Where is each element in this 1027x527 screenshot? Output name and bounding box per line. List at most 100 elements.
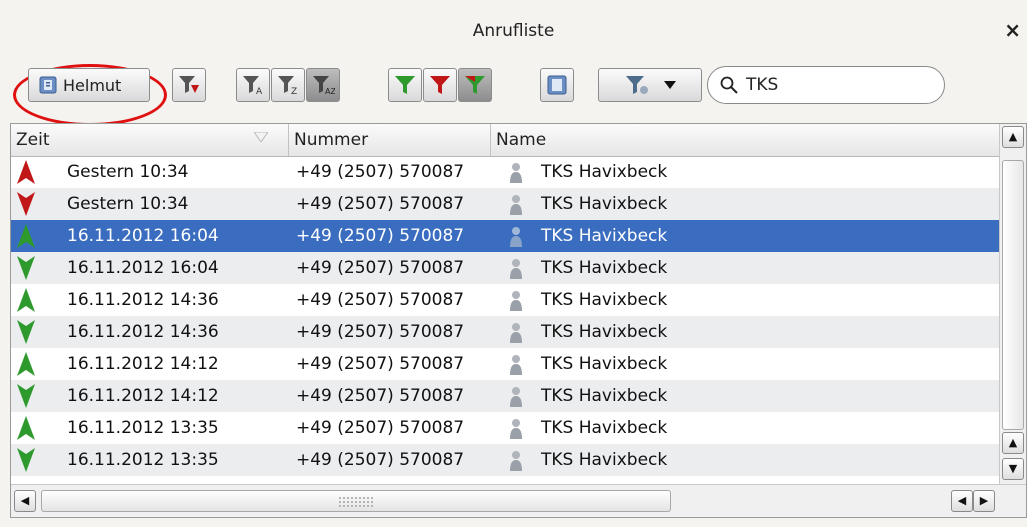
table-row[interactable]: 16.11.2012 14:12 +49 (2507) 570087 TKS Hav…: [11, 380, 1001, 412]
filter-green-icon: [395, 76, 415, 94]
svg-text:A: A: [256, 87, 263, 97]
call-number: +49 (2507) 570087: [296, 162, 465, 182]
call-number: +49 (2507) 570087: [296, 226, 465, 246]
toolbar: Helmut A Z AZ TKS: [0, 60, 1027, 126]
contact-name: TKS Havixbeck: [541, 418, 668, 438]
call-time: Gestern 10:34: [67, 162, 189, 182]
call-time: 16.11.2012 14:36: [67, 290, 219, 310]
user-button[interactable]: Helmut: [28, 68, 150, 102]
call-number: +49 (2507) 570087: [296, 386, 465, 406]
filter-missed-icon: [179, 76, 199, 93]
horizontal-scrollbar[interactable]: ◀ ◀ ▶: [11, 484, 1026, 517]
incoming-call-icon: [17, 256, 35, 280]
scroll-thumb[interactable]: [1002, 160, 1024, 430]
filter-az-button[interactable]: AZ: [306, 68, 340, 102]
scroll-right-icon[interactable]: ▶: [973, 490, 995, 512]
column-header-time[interactable]: Zeit: [11, 124, 289, 156]
filter-all-button[interactable]: [458, 68, 492, 102]
incoming-call-icon: [17, 384, 35, 408]
outgoing-call-icon: [17, 160, 35, 184]
table-row[interactable]: 16.11.2012 13:35 +49 (2507) 570087 TKS Hav…: [11, 444, 1001, 476]
table-row[interactable]: 16.11.2012 14:36 +49 (2507) 570087 TKS Hav…: [11, 284, 1001, 316]
call-list-table: Zeit Nummer Name Gestern 10:34 +49 (2507)…: [10, 123, 1027, 518]
table-header: Zeit Nummer Name: [11, 124, 1001, 157]
incoming-call-icon: [17, 320, 35, 344]
vertical-scrollbar[interactable]: ▲ ▲ ▼: [999, 124, 1026, 484]
filter-z-button[interactable]: Z: [271, 68, 305, 102]
call-time: 16.11.2012 14:36: [67, 322, 219, 342]
table-row[interactable]: 16.11.2012 16:04 +49 (2507) 570087 TKS Hav…: [11, 252, 1001, 284]
filter-a-button[interactable]: A: [236, 68, 270, 102]
filter-incoming-button[interactable]: [388, 68, 422, 102]
call-time: 16.11.2012 13:35: [67, 418, 219, 438]
filter-red-icon: [430, 76, 450, 94]
svg-text:AZ: AZ: [325, 87, 335, 96]
call-time: 16.11.2012 14:12: [67, 354, 219, 374]
filter-a-icon: A: [243, 76, 263, 97]
contact-name: TKS Havixbeck: [541, 162, 668, 182]
call-number: +49 (2507) 570087: [296, 450, 465, 470]
call-number: +49 (2507) 570087: [296, 194, 465, 214]
svg-text:Z: Z: [291, 87, 297, 97]
filter-dropdown[interactable]: [598, 68, 702, 102]
scroll-up-icon[interactable]: ▲: [1002, 126, 1024, 148]
incoming-call-icon: [17, 352, 35, 376]
contact-name: TKS Havixbeck: [541, 194, 668, 214]
table-row[interactable]: Gestern 10:34 +49 (2507) 570087 TKS Havixb…: [11, 188, 1001, 220]
filter-missed-button[interactable]: [172, 68, 206, 102]
table-row[interactable]: 16.11.2012 16:04 +49 (2507) 570087 TKS Hav…: [11, 220, 1001, 252]
contact-name: TKS Havixbeck: [541, 354, 668, 374]
column-header-name[interactable]: Name: [491, 124, 1001, 156]
table-row[interactable]: 16.11.2012 13:35 +49 (2507) 570087 TKS Hav…: [11, 412, 1001, 444]
phonebook-button[interactable]: [540, 68, 574, 102]
scroll-down-icon[interactable]: ▼: [1002, 458, 1024, 480]
call-time: 16.11.2012 16:04: [67, 226, 219, 246]
close-icon[interactable]: ×: [1004, 18, 1021, 42]
user-button-label: Helmut: [63, 75, 122, 95]
outgoing-call-icon: [17, 192, 35, 216]
call-number: +49 (2507) 570087: [296, 418, 465, 438]
contact-person-icon: [510, 355, 522, 375]
call-time: 16.11.2012 16:04: [67, 258, 219, 278]
filter-outgoing-button[interactable]: [423, 68, 457, 102]
contact-person-icon: [510, 451, 522, 471]
incoming-call-icon: [17, 416, 35, 440]
contact-person-icon: [510, 259, 522, 279]
contact-name: TKS Havixbeck: [541, 450, 668, 470]
filter-settings-icon: [626, 76, 648, 94]
table-row[interactable]: 16.11.2012 14:36 +49 (2507) 570087 TKS Hav…: [11, 316, 1001, 348]
contact-name: TKS Havixbeck: [541, 322, 668, 342]
contact-person-icon: [510, 323, 522, 343]
search-field[interactable]: TKS: [707, 66, 945, 104]
call-time: Gestern 10:34: [67, 194, 189, 214]
chevron-down-icon: [664, 81, 676, 89]
table-row[interactable]: Gestern 10:34 +49 (2507) 570087 TKS Havixb…: [11, 156, 1001, 188]
sort-indicator-icon: [254, 132, 268, 142]
window-title: Anrufliste: [472, 21, 555, 41]
scroll-left-icon[interactable]: ◀: [14, 490, 36, 512]
search-input[interactable]: TKS: [746, 75, 778, 95]
call-number: +49 (2507) 570087: [296, 258, 465, 278]
contact-person-icon: [510, 195, 522, 215]
contact-person-icon: [510, 227, 522, 247]
call-number: +49 (2507) 570087: [296, 354, 465, 374]
contact-name: TKS Havixbeck: [541, 290, 668, 310]
incoming-call-icon: [17, 224, 35, 248]
contact-name: TKS Havixbeck: [541, 386, 668, 406]
scroll-left-small-icon[interactable]: ◀: [951, 490, 973, 512]
scroll-up-small-icon[interactable]: ▲: [1002, 432, 1024, 454]
call-number: +49 (2507) 570087: [296, 290, 465, 310]
contact-person-icon: [510, 419, 522, 439]
call-number: +49 (2507) 570087: [296, 322, 465, 342]
contact-person-icon: [510, 291, 522, 311]
horizontal-scroll-thumb[interactable]: [41, 490, 671, 512]
table-row[interactable]: 16.11.2012 14:12 +49 (2507) 570087 TKS Hav…: [11, 348, 1001, 380]
search-icon: [720, 76, 738, 94]
call-time: 16.11.2012 14:12: [67, 386, 219, 406]
filter-z-icon: Z: [278, 76, 297, 97]
phonebook-icon: [39, 76, 57, 94]
incoming-call-icon: [17, 288, 35, 312]
column-header-number[interactable]: Nummer: [289, 124, 491, 156]
contact-name: TKS Havixbeck: [541, 258, 668, 278]
contact-person-icon: [510, 387, 522, 407]
